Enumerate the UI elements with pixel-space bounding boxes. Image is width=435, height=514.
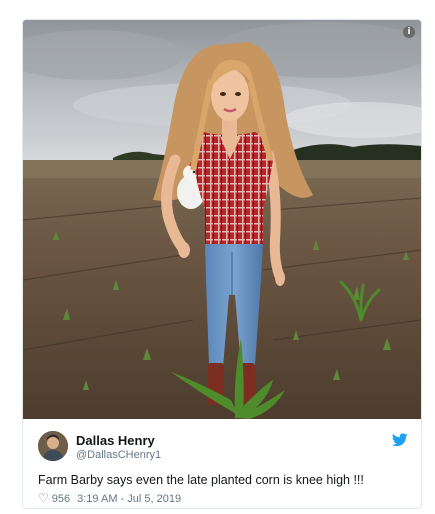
twitter-bird-icon[interactable] xyxy=(392,433,408,447)
avatar-image xyxy=(38,431,68,461)
avatar[interactable] xyxy=(38,431,68,461)
info-icon[interactable]: i xyxy=(403,26,415,38)
tweet-meta: ♡ 956 3:19 AM - Jul 5, 2019 xyxy=(38,491,181,506)
like-count[interactable]: 956 xyxy=(52,493,70,505)
author-names: Dallas Henry @DallasCHenry1 xyxy=(76,433,161,462)
tweet-text: Farm Barby says even the late planted co… xyxy=(38,473,364,487)
heart-icon[interactable]: ♡ xyxy=(38,491,49,505)
display-name[interactable]: Dallas Henry xyxy=(76,433,161,448)
tweet-header: Dallas Henry @DallasCHenry1 xyxy=(38,431,408,463)
tweet-timestamp[interactable]: 3:19 AM - Jul 5, 2019 xyxy=(77,493,181,505)
farm-barbie-photo xyxy=(23,20,421,419)
user-handle[interactable]: @DallasCHenry1 xyxy=(76,448,161,462)
tweet-photo[interactable]: i xyxy=(23,20,421,419)
tweet-card[interactable]: i Dallas Henry @DallasCHenry1 Farm Barby… xyxy=(22,19,422,509)
